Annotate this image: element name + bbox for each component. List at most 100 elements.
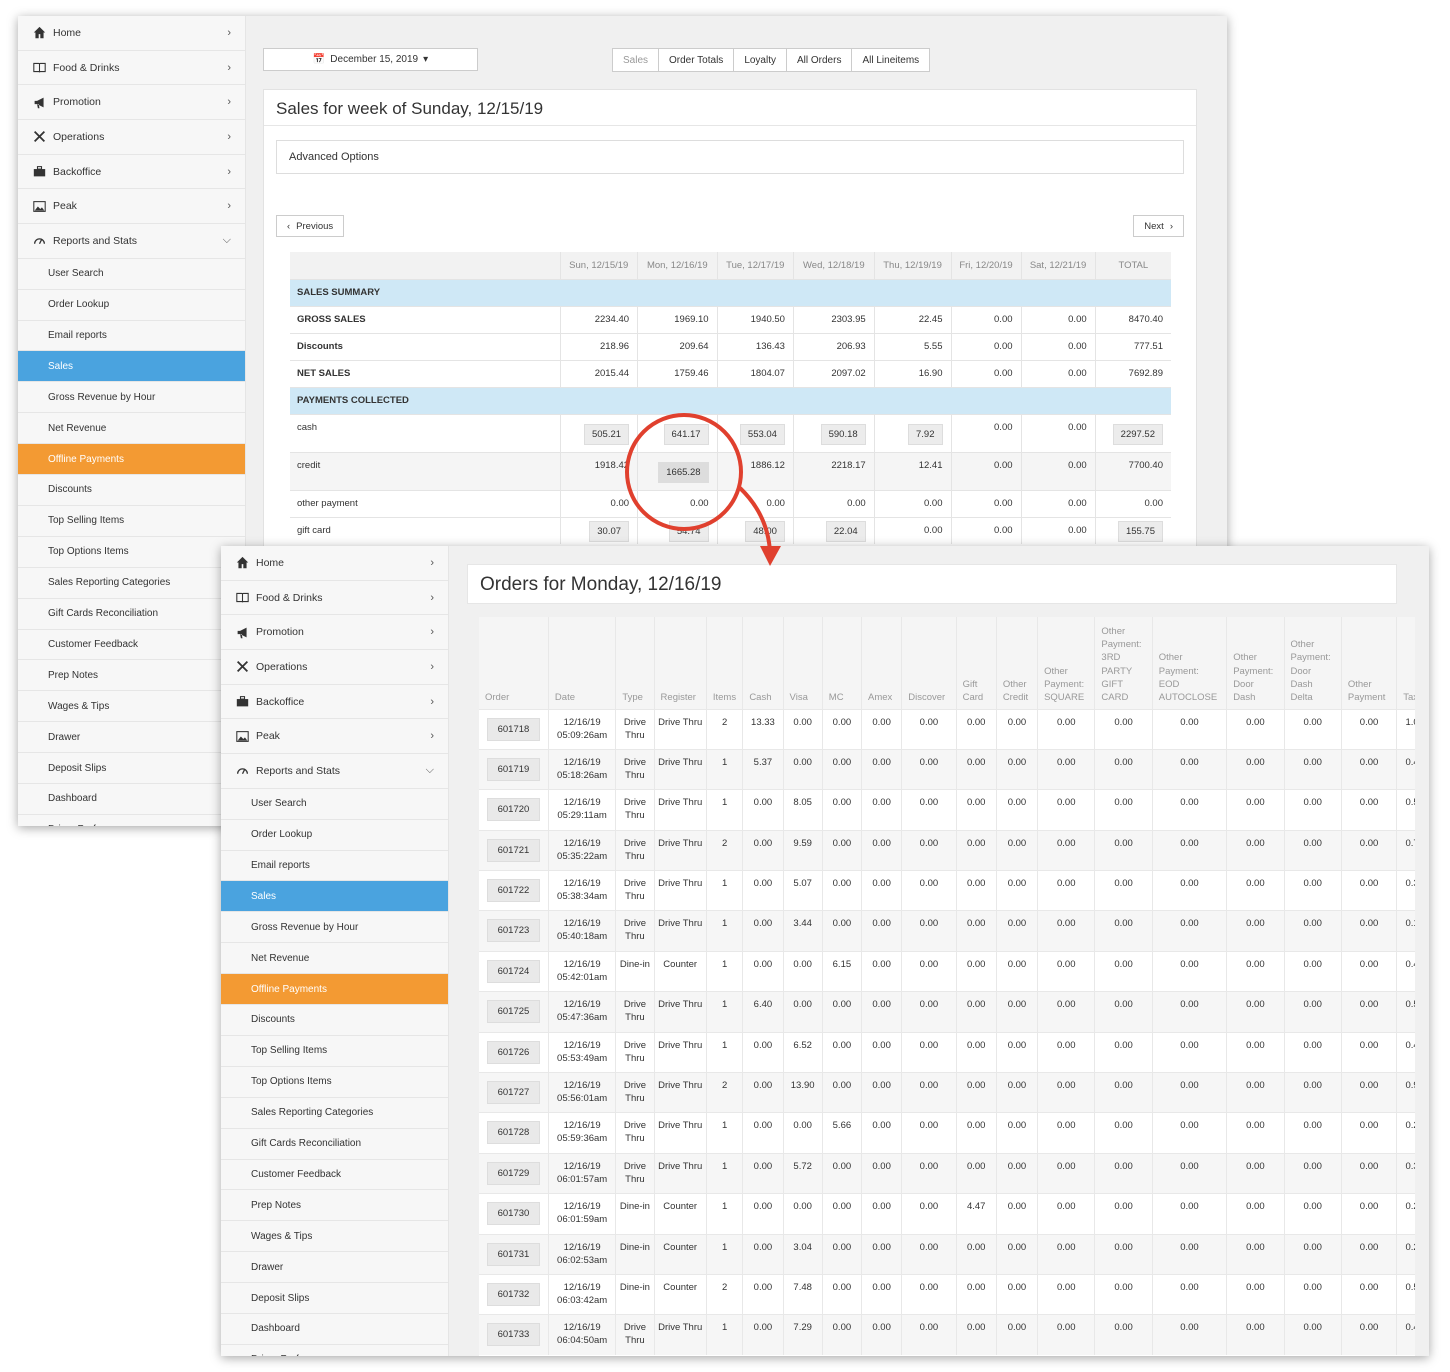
sidebar-subitem-gross-revenue-by-hour[interactable]: Gross Revenue by Hour: [18, 382, 245, 414]
sidebar-subitem-customer-feedback[interactable]: Customer Feedback: [18, 629, 245, 661]
order-time: 05:53:49am: [557, 1052, 608, 1064]
sidebar-subitem-wages-tips[interactable]: Wages & Tips: [221, 1221, 448, 1253]
order-id-button[interactable]: 601720: [486, 798, 541, 822]
order-id-button[interactable]: 601733: [486, 1323, 541, 1347]
value-link[interactable]: 155.75: [1117, 521, 1163, 543]
order-id-button[interactable]: 601730: [486, 1202, 541, 1226]
sidebar-item-backoffice[interactable]: Backoffice ›: [221, 685, 448, 720]
previous-button[interactable]: ‹ Previous: [276, 215, 345, 237]
sidebar-subitem-prep-notes[interactable]: Prep Notes: [18, 660, 245, 692]
value-link[interactable]: 505.21: [583, 423, 630, 445]
value-link[interactable]: 54.74: [668, 521, 709, 543]
value-link[interactable]: 48.00: [745, 521, 785, 543]
sidebar-subitem-sales[interactable]: Sales: [221, 881, 448, 913]
sidebar-subitem-drawer[interactable]: Drawer: [18, 722, 245, 754]
sidebar-subitem-sales-reporting-categories[interactable]: Sales Reporting Categories: [221, 1097, 448, 1129]
order-id-button[interactable]: 601721: [486, 838, 541, 862]
sidebar-item-peak[interactable]: Peak ›: [18, 189, 245, 225]
sidebar-subitem-top-selling-items[interactable]: Top Selling Items: [221, 1035, 448, 1067]
sidebar-item-peak[interactable]: Peak ›: [221, 719, 448, 755]
sidebar-subitem-email-reports[interactable]: Email reports: [18, 320, 245, 352]
visa-cell: 3.04: [782, 1233, 823, 1275]
date-picker-button[interactable]: 📅 December 15, 2019 ▾: [263, 48, 478, 71]
sidebar-item-backoffice[interactable]: Backoffice ›: [18, 155, 245, 190]
sidebar-item-promotion[interactable]: Promotion ›: [18, 85, 245, 121]
order-id-button[interactable]: 601724: [486, 959, 541, 983]
next-button[interactable]: Next ›: [1133, 215, 1184, 237]
tab-sales[interactable]: Sales: [612, 48, 660, 72]
sidebar-subitem-user-search[interactable]: User Search: [18, 258, 245, 290]
order-id-button[interactable]: 601725: [486, 1000, 541, 1024]
order-id-button[interactable]: 601722: [486, 879, 541, 903]
sidebar-subitem-discounts[interactable]: Discounts: [18, 475, 245, 506]
sidebar-item-home[interactable]: Home ›: [18, 16, 245, 51]
sidebar-subitem-order-lookup[interactable]: Order Lookup: [221, 819, 448, 851]
order-id-button[interactable]: 601732: [486, 1282, 541, 1306]
tab-loyalty[interactable]: Loyalty: [733, 48, 787, 72]
value-link[interactable]: 590.18: [820, 423, 866, 445]
sidebar-subitem-dashboard[interactable]: Dashboard: [18, 783, 245, 815]
order-id-button[interactable]: 601727: [486, 1081, 541, 1105]
value-link[interactable]: 1665.28: [658, 461, 709, 483]
sidebar-subitem-drawer[interactable]: Drawer: [221, 1252, 448, 1284]
sidebar-item-home[interactable]: Home ›: [221, 546, 448, 581]
sidebar-subitem-deposit-slips[interactable]: Deposit Slips: [221, 1283, 448, 1314]
value-link[interactable]: 7.92: [908, 423, 943, 445]
sidebar-subitem-top-selling-items[interactable]: Top Selling Items: [18, 505, 245, 537]
items-cell: 2: [705, 708, 743, 750]
sidebar-subitem-top-options-items[interactable]: Top Options Items: [221, 1066, 448, 1098]
order-id-button[interactable]: 601719: [486, 757, 541, 781]
sidebar-item-operations[interactable]: Operations ›: [221, 650, 448, 685]
column-header: Amex: [861, 617, 902, 709]
tab-order-totals[interactable]: Order Totals: [658, 48, 735, 72]
sidebar-subitem-net-revenue[interactable]: Net Revenue: [18, 413, 245, 445]
sidebar-subitem-sales-reporting-categories[interactable]: Sales Reporting Categories: [18, 567, 245, 599]
value-link[interactable]: 30.07: [589, 521, 630, 543]
sidebar-subitem-gift-cards-reconciliation[interactable]: Gift Cards Reconciliation: [18, 598, 245, 630]
sidebar-subitem-wages-tips[interactable]: Wages & Tips: [18, 691, 245, 723]
sidebar-subitem-net-revenue[interactable]: Net Revenue: [221, 943, 448, 975]
order-id-button[interactable]: 601726: [486, 1040, 541, 1064]
table-row: GROSS SALES 2234.40 1969.10 1940.50 2303.95 2…: [290, 305, 1171, 333]
value-link[interactable]: 22.04: [825, 521, 866, 543]
sidebar-item-promotion[interactable]: Promotion ›: [221, 615, 448, 651]
sidebar-item-food-drinks[interactable]: Food & Drinks ›: [221, 581, 448, 616]
sidebar-subitem-order-lookup[interactable]: Order Lookup: [18, 289, 245, 321]
sidebar-subitem-dashboard[interactable]: Dashboard: [221, 1313, 448, 1345]
value-link[interactable]: 2297.52: [1112, 423, 1163, 445]
sidebar-subitem-offline-payments[interactable]: Offline Payments: [18, 444, 245, 476]
order-id-button[interactable]: 601723: [486, 919, 541, 943]
sidebar-subitem-driver-performance[interactable]: Driver Performance: [18, 814, 245, 826]
sidebar-subitem-prep-notes[interactable]: Prep Notes: [221, 1190, 448, 1222]
sidebar-item-label: Peak: [256, 730, 280, 743]
sidebar-subitem-top-options-items[interactable]: Top Options Items: [18, 536, 245, 568]
sidebar-subitem-user-search[interactable]: User Search: [221, 788, 448, 820]
order-id-button[interactable]: 601731: [486, 1242, 541, 1266]
order-id-button[interactable]: 601718: [486, 717, 541, 741]
sidebar-item-reports-and-stats[interactable]: Reports and Stats ⌵: [221, 754, 448, 789]
value-link[interactable]: 553.04: [739, 423, 785, 445]
order-id-button[interactable]: 601728: [486, 1121, 541, 1145]
sidebar-subitem-offline-payments[interactable]: Offline Payments: [221, 974, 448, 1006]
advanced-options-toggle[interactable]: Advanced Options: [276, 140, 1184, 174]
sidebar-subitem-email-reports[interactable]: Email reports: [221, 850, 448, 882]
sidebar-item-operations[interactable]: Operations ›: [18, 120, 245, 155]
sidebar-subitem-gift-cards-reconciliation[interactable]: Gift Cards Reconciliation: [221, 1128, 448, 1160]
sidebar-item-reports-and-stats[interactable]: Reports and Stats ⌵: [18, 224, 245, 259]
sidebar-subitem-driver-performance[interactable]: Driver Performance: [221, 1344, 448, 1356]
sidebar-subitem-gross-revenue-by-hour[interactable]: Gross Revenue by Hour: [221, 912, 448, 944]
tab-all-orders[interactable]: All Orders: [786, 48, 853, 72]
sidebar-subitem-customer-feedback[interactable]: Customer Feedback: [221, 1159, 448, 1191]
table-cell: 2015.44: [559, 359, 638, 387]
tab-all-lineitems[interactable]: All Lineitems: [851, 48, 931, 72]
gift-cell: 0.00: [955, 910, 997, 952]
sidebar-subitem-discounts[interactable]: Discounts: [221, 1005, 448, 1036]
sidebar-subitem-deposit-slips[interactable]: Deposit Slips: [18, 753, 245, 784]
table-row: 601726 12/16/19 05:53:49am Drive Thru Drive …: [479, 1031, 1415, 1073]
other-cell: 0.00: [1340, 1273, 1397, 1315]
value-link[interactable]: 641.17: [663, 423, 709, 445]
sidebar-item-food-drinks[interactable]: Food & Drinks ›: [18, 51, 245, 86]
visa-cell: 5.07: [782, 870, 823, 911]
sidebar-subitem-sales[interactable]: Sales: [18, 351, 245, 383]
order-id-button[interactable]: 601729: [486, 1161, 541, 1185]
